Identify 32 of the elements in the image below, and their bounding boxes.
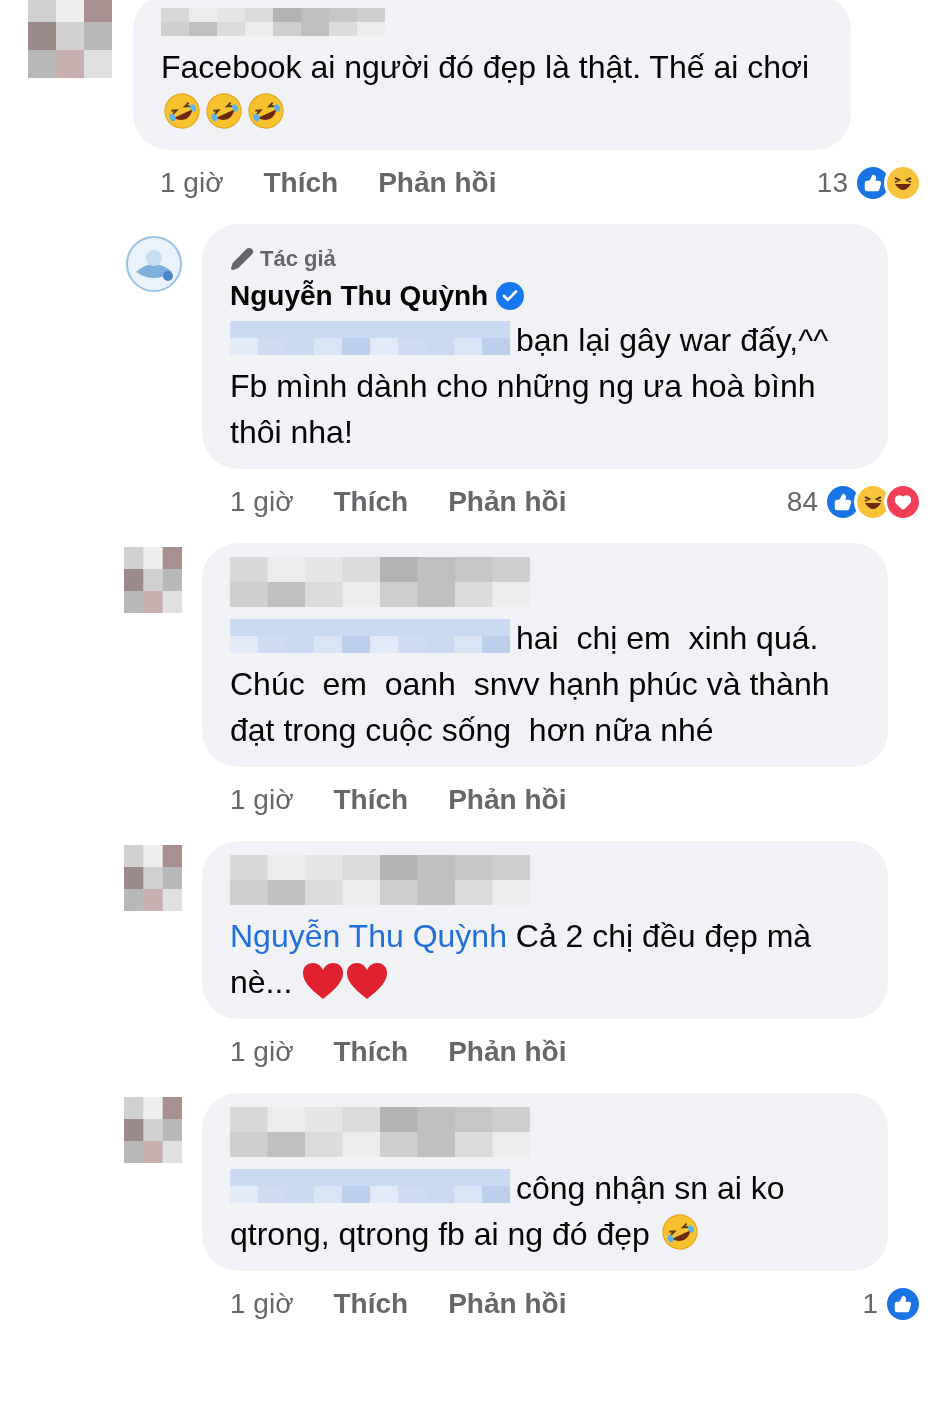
- comment-text: bạn lại gây war đấy,^^ Fb mình dành cho những ng ưa hoà bình thôi nha!: [230, 320, 830, 452]
- author-label: Tác giả: [260, 245, 336, 273]
- reply-link[interactable]: Phản hồi: [448, 1031, 567, 1073]
- pencil-icon: [230, 246, 254, 271]
- reply-link[interactable]: Phản hồi: [448, 1283, 567, 1325]
- comment-time: 1 giờ: [230, 485, 294, 519]
- reaction-count: 13: [816, 166, 848, 200]
- like-link[interactable]: Thích: [263, 162, 339, 204]
- author-name[interactable]: Nguyễn Thu Quỳnh: [230, 275, 489, 317]
- like-link[interactable]: Thích: [333, 1031, 409, 1073]
- comment-time: 1 giờ: [230, 783, 294, 817]
- laughing-emoji-icon: [205, 92, 243, 130]
- reaction-count: 1: [862, 1287, 878, 1321]
- reply-link[interactable]: Phản hồi: [448, 481, 567, 523]
- comment-time: 1 giờ: [160, 166, 224, 200]
- comment-text: hai chị em xinh quá. Chúc em oanh snvv hạnh phúc và thành đạt trong cuộc sống hơn nữa nhé: [230, 618, 831, 750]
- comment-text: Nguyễn Thu Quỳnh Cả 2 chị đều đẹp mà nè...: [230, 917, 813, 1003]
- laughing-emoji-icon: [163, 92, 201, 130]
- reply-link[interactable]: Phản hồi: [448, 779, 567, 821]
- like-link[interactable]: Thích: [333, 481, 409, 523]
- heart-emoji-icon: [345, 961, 390, 1001]
- like-link[interactable]: Thích: [333, 1283, 409, 1325]
- comment-text: công nhận sn ai ko qtrong, qtrong fb ai ng đó đẹp: [230, 1168, 786, 1254]
- comment-time: 1 giờ: [230, 1287, 294, 1321]
- laughing-emoji-icon: [660, 1213, 699, 1251]
- comment-text: Facebook ai người đó đẹp là thật. Thế ai chơi: [161, 44, 823, 136]
- heart-emoji-icon: [301, 961, 346, 1001]
- reply-link[interactable]: Phản hồi: [378, 162, 497, 204]
- comment-time: 1 giờ: [230, 1035, 294, 1069]
- reaction-count: 84: [786, 485, 818, 519]
- like-link[interactable]: Thích: [333, 779, 409, 821]
- laughing-emoji-icon: [247, 92, 285, 130]
